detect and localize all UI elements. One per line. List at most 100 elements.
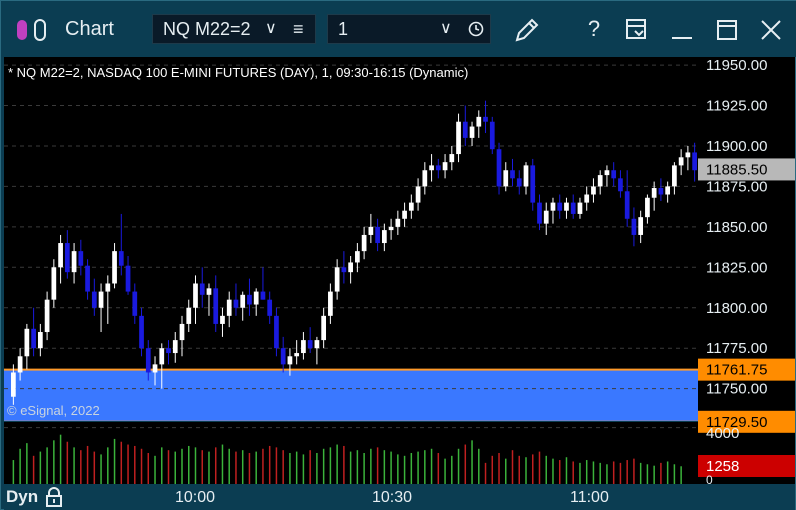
candle-body[interactable] bbox=[58, 243, 63, 268]
candle-body[interactable] bbox=[247, 294, 252, 305]
candle-body[interactable] bbox=[125, 265, 131, 292]
candle-body[interactable] bbox=[334, 267, 340, 292]
candle-body[interactable] bbox=[503, 170, 509, 187]
candle-body[interactable] bbox=[152, 364, 158, 373]
candle-body[interactable] bbox=[287, 356, 293, 365]
candle-body[interactable] bbox=[328, 291, 333, 316]
help-icon[interactable]: ? bbox=[581, 16, 607, 42]
candle-body[interactable] bbox=[651, 188, 657, 198]
candle-body[interactable] bbox=[678, 157, 684, 166]
candle-body[interactable] bbox=[631, 218, 637, 235]
candle-body[interactable] bbox=[611, 170, 617, 179]
candle-body[interactable] bbox=[98, 291, 104, 308]
candle-body[interactable] bbox=[516, 178, 522, 187]
candle-body[interactable] bbox=[543, 210, 549, 224]
candle-body[interactable] bbox=[348, 262, 353, 273]
candle-body[interactable] bbox=[469, 126, 475, 138]
chevron-down-icon[interactable]: ∨ bbox=[265, 15, 277, 43]
candle-body[interactable] bbox=[166, 348, 171, 354]
candle-body[interactable] bbox=[550, 202, 556, 211]
candle-body[interactable] bbox=[105, 283, 111, 292]
candle-body[interactable] bbox=[570, 202, 576, 214]
candle-body[interactable] bbox=[267, 299, 273, 316]
candle-body[interactable] bbox=[489, 121, 495, 150]
candle-body[interactable] bbox=[321, 315, 327, 341]
candle-body[interactable] bbox=[672, 165, 677, 187]
candle-body[interactable] bbox=[159, 348, 165, 365]
candle-body[interactable] bbox=[186, 307, 192, 324]
candle-body[interactable] bbox=[355, 251, 360, 263]
candle-body[interactable] bbox=[408, 202, 414, 211]
candle-body[interactable] bbox=[557, 202, 563, 211]
candle-body[interactable] bbox=[591, 186, 596, 195]
candle-body[interactable] bbox=[132, 291, 138, 316]
clock-icon[interactable] bbox=[468, 21, 484, 37]
candle-body[interactable] bbox=[395, 218, 401, 227]
volume-chart-svg[interactable] bbox=[4, 422, 698, 484]
candle-body[interactable] bbox=[496, 149, 502, 187]
candle-body[interactable] bbox=[260, 291, 266, 300]
candle-body[interactable] bbox=[624, 191, 630, 219]
minimize-icon[interactable] bbox=[669, 17, 695, 43]
candle-body[interactable] bbox=[118, 251, 124, 266]
close-icon[interactable] bbox=[758, 17, 784, 43]
candle-body[interactable] bbox=[145, 348, 151, 373]
candle-body[interactable] bbox=[64, 243, 70, 273]
candle-body[interactable] bbox=[435, 165, 441, 171]
candle-body[interactable] bbox=[375, 226, 380, 244]
candle-body[interactable] bbox=[253, 291, 259, 305]
candle-body[interactable] bbox=[226, 299, 232, 316]
volume-chart[interactable] bbox=[4, 422, 698, 484]
candle-body[interactable] bbox=[17, 356, 23, 373]
time-axis[interactable]: Dyn 10:00 10:30 11:00 bbox=[4, 484, 795, 510]
candle-body[interactable] bbox=[307, 340, 313, 349]
price-chart-svg[interactable]: * NQ M22=2, NASDAQ 100 E-MINI FUTURES (D… bbox=[4, 57, 698, 421]
candle-body[interactable] bbox=[510, 170, 515, 179]
candle-body[interactable] bbox=[193, 283, 198, 308]
candle-body[interactable] bbox=[476, 116, 482, 127]
candle-body[interactable] bbox=[213, 288, 219, 324]
candle-body[interactable] bbox=[638, 217, 644, 235]
layout-icon[interactable] bbox=[624, 17, 648, 41]
price-axis-svg[interactable]: 11950.00 11925.00 11900.00 11875.00 11850.00… bbox=[698, 57, 795, 484]
candle-body[interactable] bbox=[51, 267, 57, 300]
candle-body[interactable] bbox=[24, 328, 30, 357]
candle-body[interactable] bbox=[172, 340, 178, 354]
candle-body[interactable] bbox=[692, 152, 697, 171]
candle-body[interactable] bbox=[71, 251, 77, 273]
candle-body[interactable] bbox=[91, 291, 97, 308]
candle-body[interactable] bbox=[402, 210, 407, 219]
candle-body[interactable] bbox=[577, 202, 583, 214]
menu-icon[interactable]: ≡ bbox=[293, 15, 304, 43]
candle-body[interactable] bbox=[462, 121, 468, 138]
candle-body[interactable] bbox=[381, 230, 387, 244]
candle-body[interactable] bbox=[220, 315, 225, 324]
candle-body[interactable] bbox=[233, 299, 239, 308]
chevron-down-icon[interactable]: ∨ bbox=[440, 15, 452, 43]
candle-body[interactable] bbox=[31, 328, 36, 349]
maximize-icon[interactable] bbox=[714, 17, 740, 43]
draw-pencil-icon[interactable] bbox=[512, 15, 542, 45]
candle-body[interactable] bbox=[314, 340, 320, 349]
dynamic-mode-label[interactable]: Dyn bbox=[6, 487, 38, 507]
candle-body[interactable] bbox=[85, 265, 90, 292]
interval-dropdown[interactable]: 1 ∨ bbox=[327, 14, 491, 44]
price-chart[interactable]: * NQ M22=2, NASDAQ 100 E-MINI FUTURES (D… bbox=[4, 57, 698, 421]
price-axis[interactable]: 11950.00 11925.00 11900.00 11875.00 11850.00… bbox=[698, 57, 795, 484]
candle-body[interactable] bbox=[415, 186, 421, 203]
candle-body[interactable] bbox=[530, 165, 536, 203]
candle-body[interactable] bbox=[456, 121, 461, 155]
candle-body[interactable] bbox=[645, 197, 650, 218]
candle-body[interactable] bbox=[658, 188, 664, 195]
link-icon[interactable] bbox=[15, 17, 51, 43]
candle-body[interactable] bbox=[341, 267, 347, 273]
candle-body[interactable] bbox=[422, 170, 428, 187]
candle-body[interactable] bbox=[280, 348, 286, 365]
candle-body[interactable] bbox=[523, 165, 529, 187]
candle-body[interactable] bbox=[442, 162, 448, 171]
candle-body[interactable] bbox=[537, 202, 542, 224]
candle-body[interactable] bbox=[112, 251, 117, 284]
candle-body[interactable] bbox=[37, 332, 43, 349]
candle-body[interactable] bbox=[597, 175, 603, 187]
candle-body[interactable] bbox=[179, 323, 185, 341]
